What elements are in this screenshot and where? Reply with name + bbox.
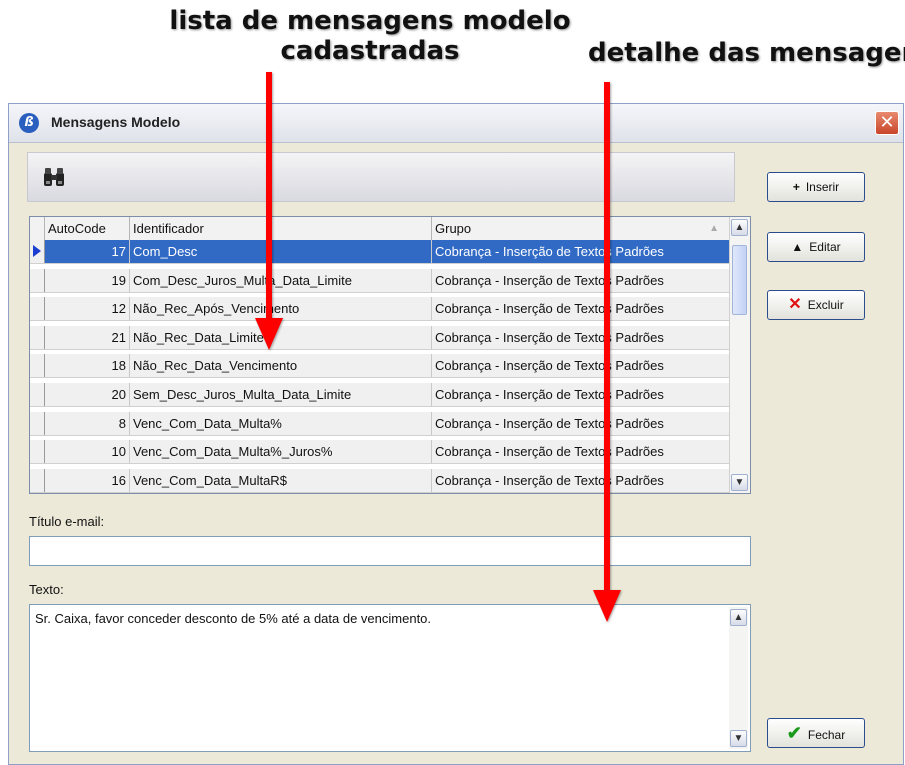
- window-title: Mensagens Modelo: [51, 114, 181, 130]
- table-row[interactable]: 10 Venc_Com_Data_Multa%_Juros% Cobrança - …: [30, 440, 730, 465]
- current-row-pointer-icon: [33, 245, 41, 257]
- grid-header: AutoCode Identificador Grupo ▲: [30, 217, 730, 241]
- annotation-list-line2: cadastradas: [280, 36, 460, 66]
- sort-ascending-icon: ▲: [709, 223, 719, 234]
- table-row[interactable]: 17 Com_Desc Cobrança - Inserção de Textos …: [30, 240, 730, 264]
- close-button[interactable]: ✕: [875, 111, 899, 135]
- cell-grupo: Cobrança - Inserção de Textos Padrões: [432, 297, 730, 321]
- table-row[interactable]: 8 Venc_Com_Data_Multa% Cobrança - Inserção…: [30, 411, 730, 436]
- table-row[interactable]: 21 Não_Rec_Data_Limite Cobrança - Inserção…: [30, 325, 730, 350]
- excluir-label: Excluir: [807, 298, 844, 312]
- excluir-button[interactable]: ✕ Excluir: [767, 290, 865, 320]
- scroll-down-icon[interactable]: ▼: [731, 474, 748, 491]
- fechar-label: Fechar: [807, 728, 846, 742]
- titulo-email-input[interactable]: [29, 536, 751, 566]
- cell-grupo: Cobrança - Inserção de Textos Padrões: [432, 383, 730, 406]
- search-binoculars-icon[interactable]: [42, 167, 66, 194]
- cell-autocode: 20: [45, 383, 130, 406]
- cell-grupo: Cobrança - Inserção de Textos Padrões: [432, 411, 730, 435]
- delete-x-icon: ✕: [788, 296, 802, 313]
- plus-icon: +: [792, 180, 800, 194]
- mensagens-modelo-window: ß Mensagens Modelo ✕ AutoCode Identifica…: [8, 103, 904, 765]
- arrow-list-shaft: [266, 72, 272, 322]
- cell-autocode: 17: [45, 240, 130, 263]
- cell-autocode: 8: [45, 411, 130, 435]
- inserir-button[interactable]: + Inserir: [767, 172, 865, 202]
- title-bar: ß Mensagens Modelo ✕: [9, 104, 903, 143]
- titulo-email-label: Título e-mail:: [29, 514, 105, 529]
- column-header-grupo[interactable]: Grupo ▲: [432, 217, 730, 240]
- arrow-list-head-icon: [255, 318, 283, 350]
- row-indicator[interactable]: [30, 468, 45, 492]
- editar-button[interactable]: ▲ Editar: [767, 232, 865, 262]
- column-header-identificador[interactable]: Identificador: [130, 217, 432, 240]
- cell-identificador: Não_Rec_Após_Vencimento: [130, 297, 432, 321]
- arrow-detail-shaft: [604, 82, 610, 594]
- scroll-up-icon[interactable]: ▲: [731, 219, 748, 236]
- editar-label: Editar: [809, 240, 841, 254]
- cell-identificador: Venc_Com_Data_Multa%: [130, 411, 432, 435]
- row-indicator[interactable]: [30, 440, 45, 464]
- table-row[interactable]: 18 Não_Rec_Data_Vencimento Cobrança - Inse…: [30, 354, 730, 379]
- app-logo-icon: ß: [19, 113, 39, 133]
- triangle-up-icon: ▲: [791, 240, 804, 254]
- cell-autocode: 10: [45, 440, 130, 464]
- texto-textarea[interactable]: Sr. Caixa, favor conceder desconto de 5%…: [29, 604, 751, 752]
- table-row[interactable]: 12 Não_Rec_Após_Vencimento Cobrança - Inse…: [30, 297, 730, 322]
- messages-grid[interactable]: AutoCode Identificador Grupo ▲ 17 Com_Des…: [29, 216, 751, 494]
- cell-grupo: Cobrança - Inserção de Textos Padrões: [432, 268, 730, 292]
- cell-identificador: Com_Desc: [130, 240, 432, 263]
- cell-identificador: Sem_Desc_Juros_Multa_Data_Limite: [130, 383, 432, 406]
- arrow-detail-head-icon: [593, 590, 621, 622]
- inserir-label: Inserir: [805, 180, 840, 194]
- cell-grupo: Cobrança - Inserção de Textos Padrões: [432, 354, 730, 378]
- row-indicator[interactable]: [30, 325, 45, 349]
- annotation-detail: detalhe das mensagens: [588, 38, 905, 68]
- row-indicator[interactable]: [30, 297, 45, 321]
- toolbar: [27, 152, 735, 202]
- texto-scroll-up-icon[interactable]: ▲: [730, 609, 747, 626]
- row-indicator[interactable]: [30, 411, 45, 435]
- fechar-button[interactable]: ✔ Fechar: [767, 718, 865, 748]
- texto-label: Texto:: [29, 582, 64, 597]
- cell-autocode: 18: [45, 354, 130, 378]
- row-indicator[interactable]: [30, 383, 45, 406]
- table-row[interactable]: 16 Venc_Com_Data_MultaR$ Cobrança - Inserç…: [30, 468, 730, 493]
- cell-identificador: Não_Rec_Data_Vencimento: [130, 354, 432, 378]
- annotation-list-line1: lista de mensagens modelo: [169, 6, 571, 36]
- column-header-grupo-label: Grupo: [435, 221, 472, 236]
- cell-identificador: Com_Desc_Juros_Multa_Data_Limite: [130, 268, 432, 292]
- cell-grupo: Cobrança - Inserção de Textos Padrões: [432, 325, 730, 349]
- cell-grupo: Cobrança - Inserção de Textos Padrões: [432, 240, 730, 263]
- cell-identificador: Venc_Com_Data_MultaR$: [130, 468, 432, 492]
- cell-autocode: 21: [45, 325, 130, 349]
- cell-identificador: Venc_Com_Data_Multa%_Juros%: [130, 440, 432, 464]
- cell-grupo: Cobrança - Inserção de Textos Padrões: [432, 468, 730, 492]
- table-row[interactable]: 20 Sem_Desc_Juros_Multa_Data_Limite Cobran…: [30, 383, 730, 407]
- texto-content: Sr. Caixa, favor conceder desconto de 5%…: [35, 611, 432, 626]
- cell-autocode: 16: [45, 468, 130, 492]
- annotation-list: lista de mensagens modelo cadastradas: [155, 6, 585, 66]
- grid-vertical-scrollbar[interactable]: ▲ ▼: [729, 217, 750, 493]
- row-indicator[interactable]: [30, 240, 45, 263]
- cell-autocode: 19: [45, 268, 130, 292]
- header-indicator-cell: [30, 217, 45, 240]
- cell-autocode: 12: [45, 297, 130, 321]
- row-indicator[interactable]: [30, 268, 45, 292]
- checkmark-icon: ✔: [786, 723, 802, 743]
- texto-scrollbar[interactable]: ▲ ▼: [729, 607, 748, 749]
- scroll-thumb[interactable]: [732, 245, 747, 315]
- table-row[interactable]: 19 Com_Desc_Juros_Multa_Data_Limite Cobran…: [30, 268, 730, 293]
- row-indicator[interactable]: [30, 354, 45, 378]
- column-header-autocode[interactable]: AutoCode: [45, 217, 130, 240]
- cell-grupo: Cobrança - Inserção de Textos Padrões: [432, 440, 730, 464]
- texto-scroll-down-icon[interactable]: ▼: [730, 730, 747, 747]
